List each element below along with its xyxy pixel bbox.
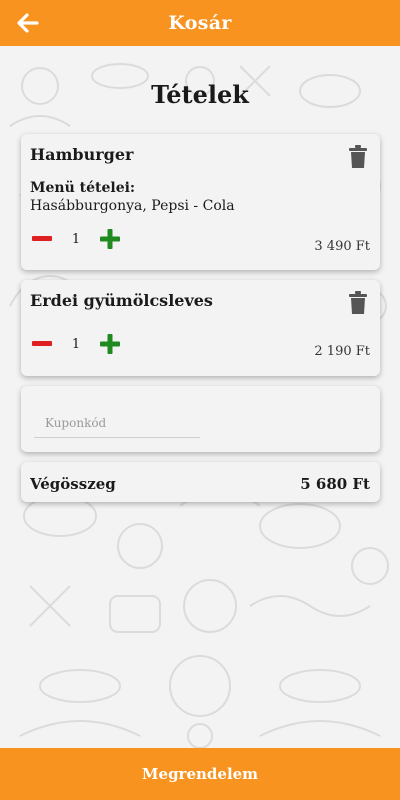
plus-icon — [100, 229, 120, 249]
cart-item-card: Hamburger Menü tételei: Hasábburgonya, P… — [21, 134, 380, 270]
item-price: 2 190 Ft — [314, 344, 370, 359]
app-bar-title: Kosár — [168, 12, 232, 34]
total-value: 5 680 Ft — [300, 475, 370, 493]
item-price: 3 490 Ft — [314, 239, 370, 254]
item-name: Hamburger — [30, 145, 134, 164]
arrow-left-icon — [17, 13, 39, 33]
cart-item-card: Erdei gyümölcsleves 1 2 190 Ft — [21, 280, 380, 376]
trash-icon[interactable] — [348, 291, 368, 315]
app-bar: Kosár — [0, 0, 400, 46]
menu-items-value: Hasábburgonya, Pepsi - Cola — [30, 198, 235, 214]
increase-quantity-button[interactable] — [98, 332, 122, 356]
quantity-value: 1 — [71, 336, 81, 352]
quantity-stepper: 1 — [30, 227, 122, 251]
total-label: Végösszeg — [30, 475, 116, 493]
minus-icon — [32, 236, 52, 241]
order-button[interactable]: Megrendelem — [0, 748, 400, 800]
minus-icon — [32, 341, 52, 346]
page-title: Tételek — [151, 80, 249, 109]
coupon-input[interactable] — [34, 408, 200, 438]
decrease-quantity-button[interactable] — [30, 227, 54, 251]
plus-icon — [100, 334, 120, 354]
trash-icon[interactable] — [348, 145, 368, 169]
quantity-value: 1 — [71, 231, 81, 247]
increase-quantity-button[interactable] — [98, 227, 122, 251]
quantity-stepper: 1 — [30, 332, 122, 356]
total-card: Végösszeg 5 680 Ft — [21, 462, 380, 502]
decrease-quantity-button[interactable] — [30, 332, 54, 356]
item-name: Erdei gyümölcsleves — [30, 291, 213, 310]
coupon-card — [21, 386, 380, 452]
menu-items-label: Menü tételei: — [30, 180, 136, 196]
back-button[interactable] — [14, 9, 42, 37]
